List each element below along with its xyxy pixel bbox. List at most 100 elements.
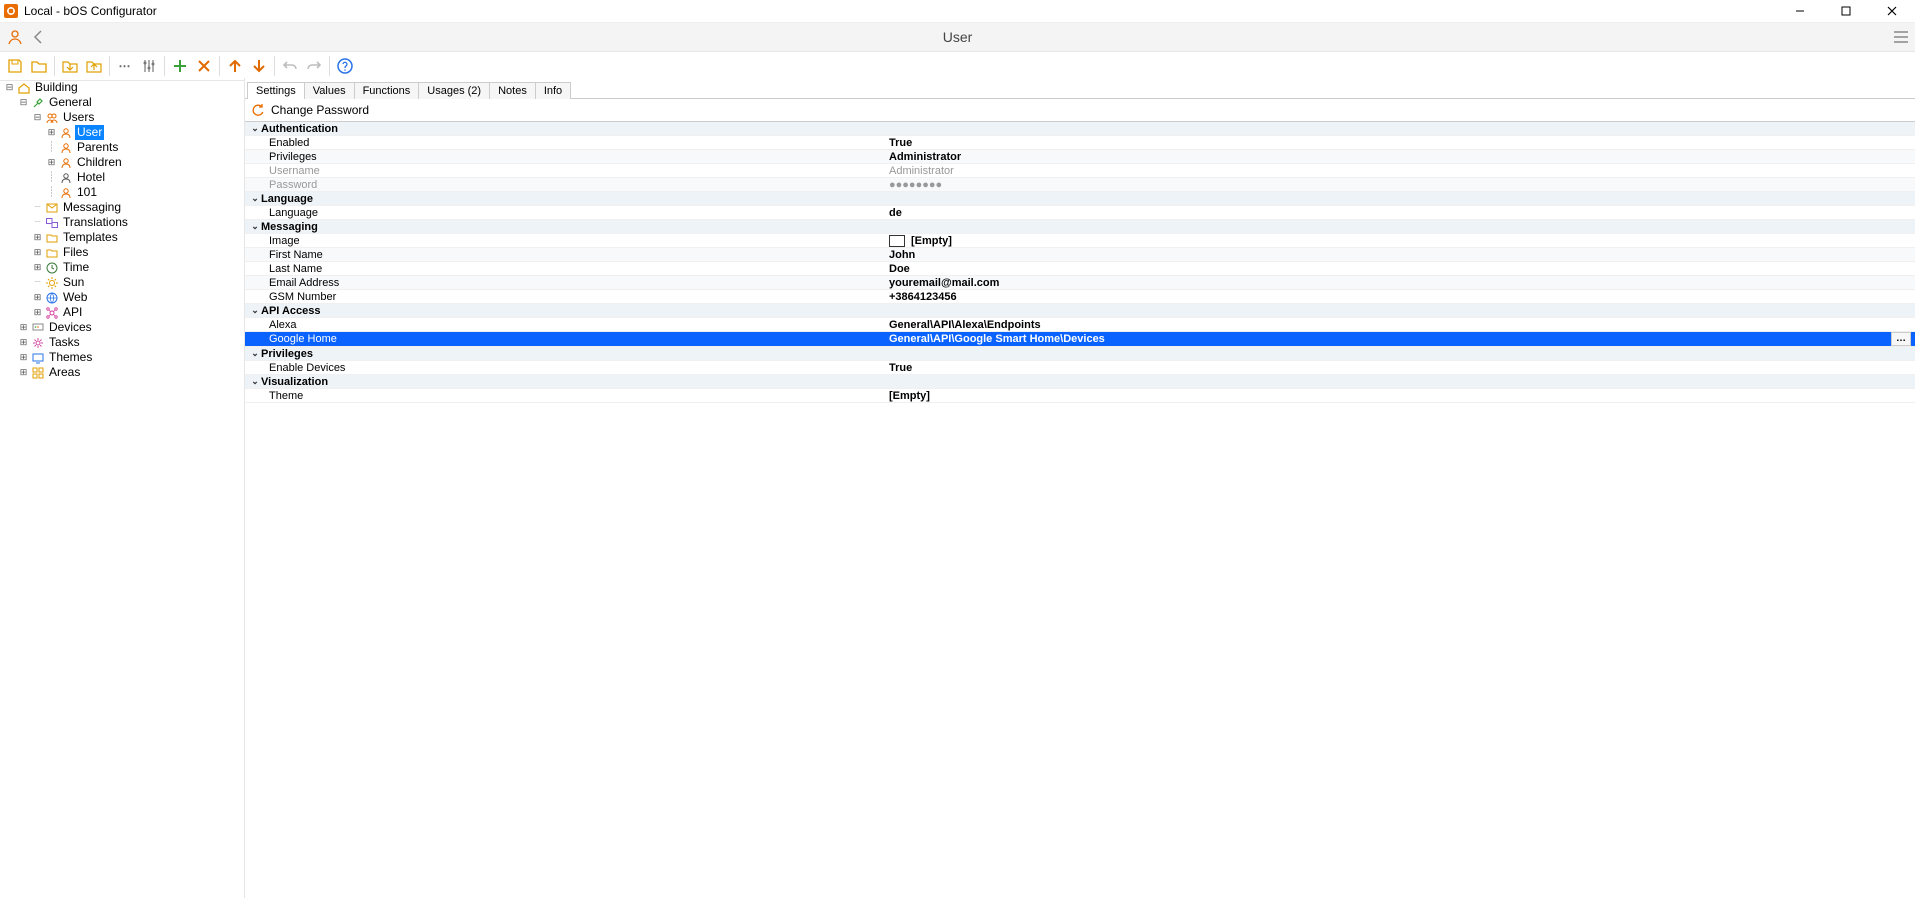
category-language[interactable]: ⌄Language [245,192,1915,206]
folder-icon [45,231,59,245]
tree-item-tasks[interactable]: Tasks [47,335,82,350]
tree-item-areas[interactable]: Areas [47,365,82,380]
import-button[interactable] [59,55,81,77]
tabstrip: Settings Values Functions Usages (2) Not… [245,78,1915,99]
tree-item-children[interactable]: Children [75,155,124,170]
category-visualization[interactable]: ⌄Visualization [245,375,1915,389]
save-button[interactable] [4,55,26,77]
expander-icon[interactable]: ⊞ [18,320,29,335]
translate-icon [45,216,59,230]
tab-info[interactable]: Info [535,82,571,99]
monitor-icon [31,351,45,365]
delete-button[interactable] [193,55,215,77]
expander-icon[interactable]: ⊞ [32,260,43,275]
device-icon [31,321,45,335]
tree-item-parents[interactable]: Parents [75,140,120,155]
expander-icon[interactable]: ⊞ [18,365,29,380]
new-folder-button[interactable] [28,55,50,77]
prop-enabled[interactable]: EnabledTrue [245,136,1915,150]
api-icon [45,306,59,320]
prop-password: Password●●●●●●●● [245,178,1915,192]
prop-email[interactable]: Email Addressyouremail@mail.com [245,276,1915,290]
tree-item-users[interactable]: Users [61,110,96,125]
tree-item-devices[interactable]: Devices [47,320,94,335]
prop-enable-devices[interactable]: Enable DevicesTrue [245,361,1915,375]
minimize-button[interactable] [1777,0,1823,22]
prop-theme[interactable]: Theme[Empty] [245,389,1915,403]
menu-icon[interactable] [1893,30,1909,44]
tree-pane[interactable]: ⊟ Building ⊟ General [0,78,245,898]
undo-button[interactable] [279,55,301,77]
back-button[interactable] [32,30,44,44]
expander-icon[interactable]: ⊞ [46,155,57,170]
tree-item-sun[interactable]: Sun [61,275,86,290]
prop-alexa[interactable]: AlexaGeneral\API\Alexa\Endpoints [245,318,1915,332]
export-button[interactable] [83,55,105,77]
header-bar: User [0,23,1915,52]
globe-icon [45,291,59,305]
prop-google-home[interactable]: Google Home General\API\Google Smart Hom… [245,332,1915,347]
folder-icon [45,246,59,260]
expander-icon[interactable]: ⊞ [32,245,43,260]
tree-item-time[interactable]: Time [61,260,91,275]
help-button[interactable] [334,55,356,77]
change-password-link[interactable]: Change Password [271,103,369,117]
tree-item-files[interactable]: Files [61,245,90,260]
expander-icon[interactable]: ⊞ [32,305,43,320]
refresh-icon[interactable] [251,103,265,117]
category-messaging[interactable]: ⌄Messaging [245,220,1915,234]
app-icon [4,4,18,18]
category-privileges[interactable]: ⌄Privileges [245,347,1915,361]
expander-icon[interactable]: ⊟ [32,110,43,125]
tree-item-web[interactable]: Web [61,290,89,305]
expander-icon[interactable]: ⊟ [18,95,29,110]
prop-privileges[interactable]: PrivilegesAdministrator [245,150,1915,164]
user-icon [6,28,24,46]
tree-item-user[interactable]: User [75,125,104,140]
move-up-button[interactable] [224,55,246,77]
prop-language[interactable]: Languagede [245,206,1915,220]
tree-item-themes[interactable]: Themes [47,350,94,365]
close-button[interactable] [1869,0,1915,22]
move-down-button[interactable] [248,55,270,77]
tab-usages[interactable]: Usages (2) [418,82,490,99]
expander-icon[interactable]: ⊞ [18,335,29,350]
tab-settings[interactable]: Settings [247,82,305,99]
property-grid[interactable]: ⌄Authentication EnabledTrue PrivilegesAd… [245,122,1915,898]
ellipsis-button[interactable]: … [1891,332,1911,346]
sun-icon [45,276,59,290]
prop-firstname[interactable]: First NameJohn [245,248,1915,262]
clock-icon [45,261,59,275]
expander-icon[interactable]: ⊞ [32,230,43,245]
tree-item-translations[interactable]: Translations [61,215,130,230]
user-icon [59,141,73,155]
category-authentication[interactable]: ⌄Authentication [245,122,1915,136]
window-title: Local - bOS Configurator [24,4,157,18]
tree-item-api[interactable]: API [61,305,84,320]
tree-item-templates[interactable]: Templates [61,230,120,245]
message-icon [45,201,59,215]
add-button[interactable] [169,55,191,77]
tree-item-building[interactable]: Building [33,80,80,95]
prop-image[interactable]: Image[Empty] [245,234,1915,248]
titlebar: Local - bOS Configurator [0,0,1915,23]
maximize-button[interactable] [1823,0,1869,22]
expander-icon[interactable]: ⊟ [4,80,15,95]
tree-item-general[interactable]: General [47,95,94,110]
page-title: User [46,29,1869,45]
sliders-icon[interactable] [138,55,160,77]
prop-lastname[interactable]: Last NameDoe [245,262,1915,276]
expander-icon[interactable]: ⊞ [46,125,57,140]
redo-button[interactable] [303,55,325,77]
tree-item-101[interactable]: 101 [75,185,99,200]
expander-icon[interactable]: ⊞ [32,290,43,305]
more-button[interactable]: ⋯ [114,55,136,77]
category-api-access[interactable]: ⌄API Access [245,304,1915,318]
tree-item-hotel[interactable]: Hotel [75,170,107,185]
tab-functions[interactable]: Functions [354,82,420,99]
tab-values[interactable]: Values [304,82,355,99]
tab-notes[interactable]: Notes [489,82,536,99]
prop-gsm[interactable]: GSM Number+3864123456 [245,290,1915,304]
tree-item-messaging[interactable]: Messaging [61,200,123,215]
expander-icon[interactable]: ⊞ [18,350,29,365]
